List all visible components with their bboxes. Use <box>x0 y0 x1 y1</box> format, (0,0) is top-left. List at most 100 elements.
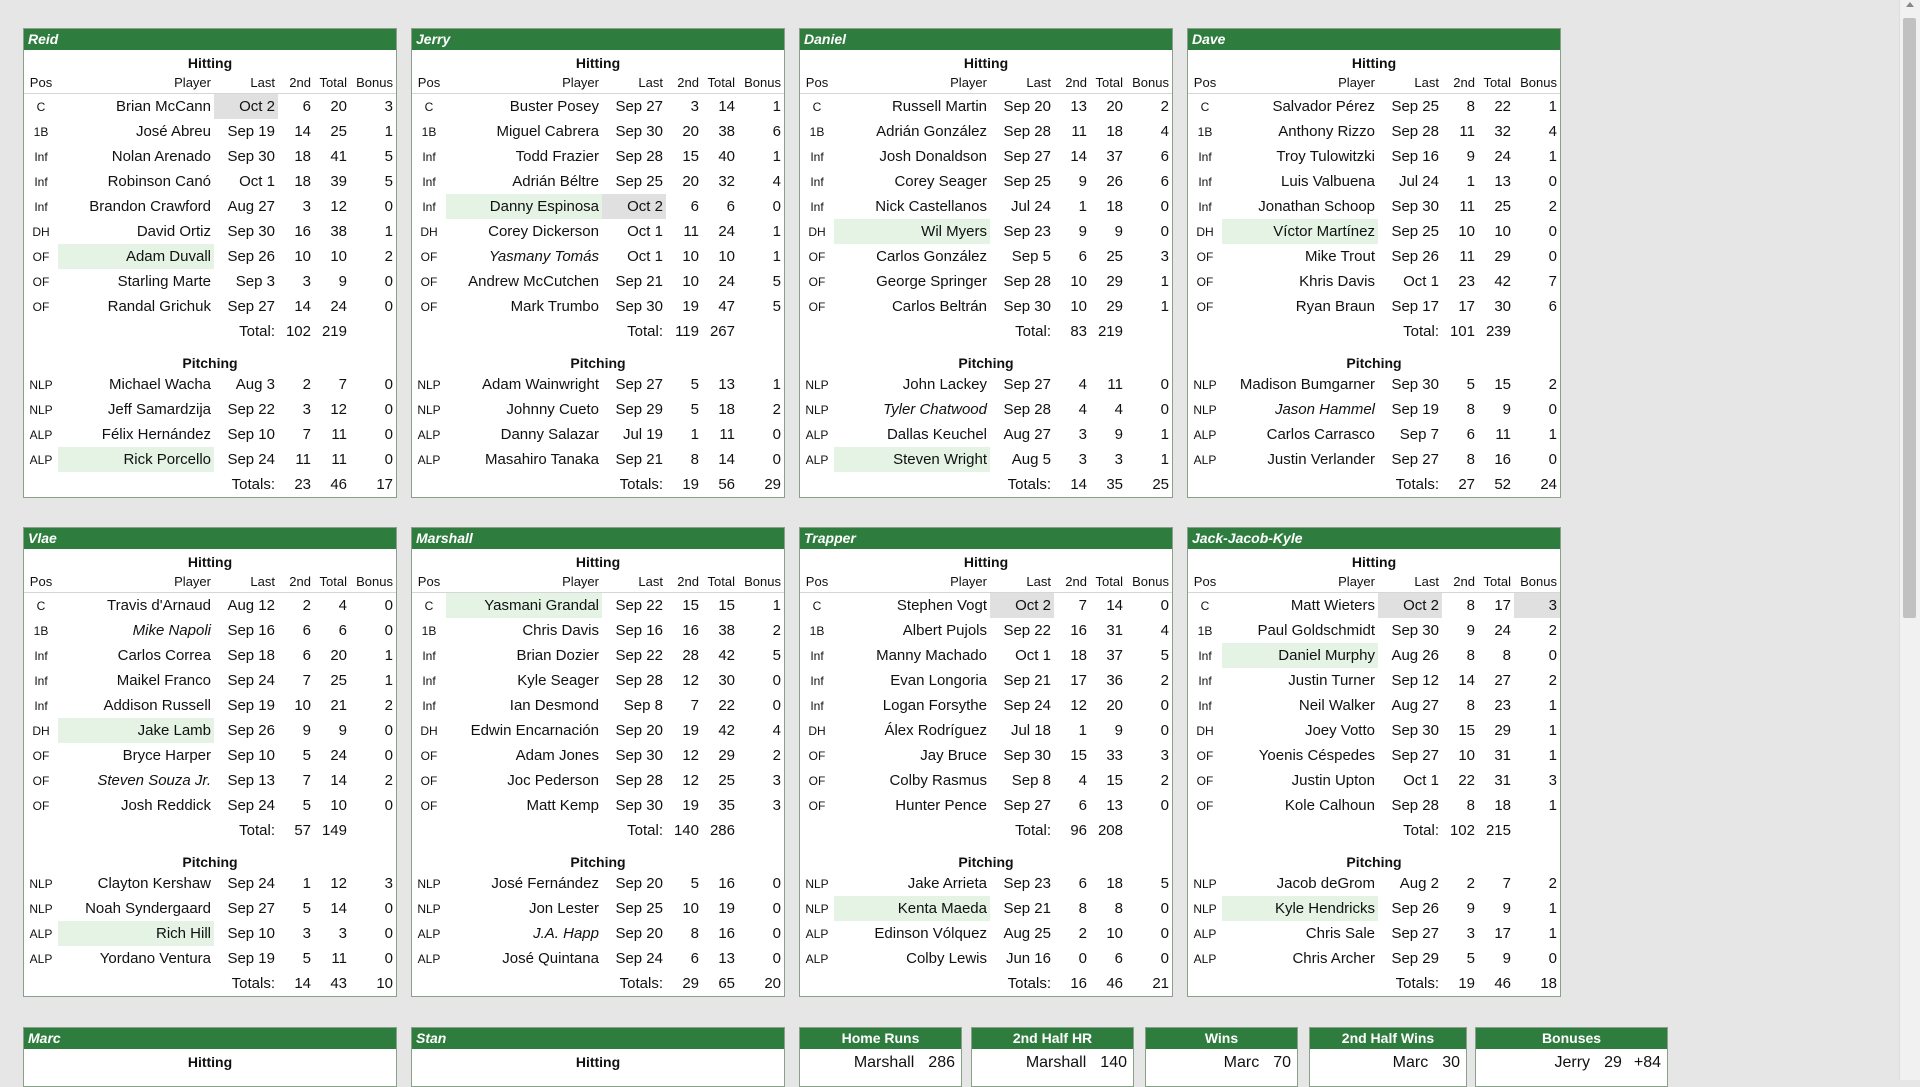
second-half-cell[interactable]: 10 <box>1442 219 1478 244</box>
last-date-cell[interactable]: Sep 12 <box>1378 668 1442 693</box>
player-name-cell[interactable]: Tyler Chatwood <box>834 397 990 422</box>
player-name-cell[interactable]: Steven Wright <box>834 447 990 472</box>
last-date-cell[interactable]: Sep 19 <box>214 119 278 144</box>
last-date-cell[interactable]: Sep 27 <box>602 94 666 120</box>
position-cell[interactable]: OF <box>800 244 834 269</box>
total-cell[interactable]: 16 <box>702 921 738 946</box>
last-date-cell[interactable]: Sep 24 <box>990 693 1054 718</box>
bonus-cell[interactable]: 0 <box>738 447 784 472</box>
second-half-cell[interactable]: 8 <box>1442 643 1478 668</box>
last-date-cell[interactable]: Sep 19 <box>1378 397 1442 422</box>
position-cell[interactable]: 1B <box>412 618 446 643</box>
second-half-cell[interactable]: 3 <box>1054 447 1090 472</box>
leaderboard-title[interactable]: Home Runs <box>800 1028 961 1049</box>
second-half-cell[interactable]: 3 <box>1054 422 1090 447</box>
bonus-cell[interactable]: 4 <box>1126 119 1172 144</box>
position-cell[interactable]: OF <box>1188 244 1222 269</box>
position-cell[interactable]: C <box>1188 94 1222 120</box>
player-name-cell[interactable]: Stephen Vogt <box>834 593 990 619</box>
position-cell[interactable]: DH <box>24 718 58 743</box>
position-cell[interactable]: ALP <box>24 422 58 447</box>
bonus-cell[interactable]: 5 <box>738 643 784 668</box>
team-name[interactable]: Marc <box>24 1028 396 1049</box>
player-name-cell[interactable]: Corey Seager <box>834 169 990 194</box>
total-cell[interactable]: 31 <box>1478 743 1514 768</box>
position-cell[interactable]: OF <box>412 269 446 294</box>
position-cell[interactable]: OF <box>24 294 58 319</box>
header-player[interactable]: Player <box>446 571 602 593</box>
last-date-cell[interactable]: Sep 27 <box>214 294 278 319</box>
second-half-cell[interactable]: 1 <box>1054 718 1090 743</box>
header-bonus[interactable]: Bonus <box>738 72 784 94</box>
hitting-total-second[interactable]: 119 <box>666 319 702 344</box>
position-cell[interactable]: ALP <box>1188 447 1222 472</box>
hitting-title[interactable]: Hitting <box>412 549 784 571</box>
player-name-cell[interactable]: Carlos González <box>834 244 990 269</box>
total-cell[interactable]: 38 <box>702 618 738 643</box>
total-cell[interactable]: 16 <box>1478 447 1514 472</box>
position-cell[interactable]: 1B <box>24 119 58 144</box>
second-half-cell[interactable]: 6 <box>666 194 702 219</box>
total-cell[interactable]: 31 <box>1090 618 1126 643</box>
total-cell[interactable]: 9 <box>1478 896 1514 921</box>
pitching-title[interactable]: Pitching <box>24 849 396 871</box>
bonus-cell[interactable]: 0 <box>1126 718 1172 743</box>
total-cell[interactable]: 9 <box>1090 219 1126 244</box>
bonus-cell[interactable]: 1 <box>1126 447 1172 472</box>
position-cell[interactable]: ALP <box>24 946 58 971</box>
total-cell[interactable]: 32 <box>702 169 738 194</box>
player-name-cell[interactable]: Wil Myers <box>834 219 990 244</box>
second-half-cell[interactable]: 7 <box>666 693 702 718</box>
player-name-cell[interactable]: Danny Espinosa <box>446 194 602 219</box>
bonus-cell[interactable]: 1 <box>738 219 784 244</box>
player-name-cell[interactable]: Corey Dickerson <box>446 219 602 244</box>
total-cell[interactable]: 4 <box>1090 397 1126 422</box>
team-name[interactable]: Daniel <box>800 29 1172 50</box>
total-label[interactable]: Total: <box>1222 818 1442 843</box>
vertical-scrollbar[interactable] <box>1899 0 1920 1080</box>
header-last[interactable]: Last <box>1378 72 1442 94</box>
last-date-cell[interactable]: Sep 21 <box>990 896 1054 921</box>
bonus-cell[interactable]: 4 <box>1126 618 1172 643</box>
bonus-cell[interactable]: 1 <box>1126 294 1172 319</box>
position-cell[interactable]: OF <box>1188 768 1222 793</box>
last-date-cell[interactable]: Sep 28 <box>602 144 666 169</box>
total-cell[interactable]: 18 <box>1090 194 1126 219</box>
bonus-cell[interactable]: 1 <box>1514 718 1560 743</box>
second-half-cell[interactable]: 8 <box>666 447 702 472</box>
position-cell[interactable]: 1B <box>800 618 834 643</box>
last-date-cell[interactable]: Sep 28 <box>602 768 666 793</box>
hitting-title[interactable]: Hitting <box>412 1049 784 1071</box>
header-total[interactable]: Total <box>314 72 350 94</box>
bonus-cell[interactable]: 3 <box>738 793 784 818</box>
player-name-cell[interactable]: Yordano Ventura <box>58 946 214 971</box>
total-cell[interactable]: 20 <box>314 94 350 120</box>
second-half-cell[interactable]: 4 <box>1054 397 1090 422</box>
total-cell[interactable]: 14 <box>314 768 350 793</box>
player-name-cell[interactable]: Edinson Vólquez <box>834 921 990 946</box>
player-name-cell[interactable]: Colby Lewis <box>834 946 990 971</box>
total-cell[interactable]: 24 <box>702 269 738 294</box>
header-player[interactable]: Player <box>834 72 990 94</box>
bonus-cell[interactable]: 0 <box>350 593 396 619</box>
position-cell[interactable]: NLP <box>1188 896 1222 921</box>
player-name-cell[interactable]: Justin Turner <box>1222 668 1378 693</box>
second-half-cell[interactable]: 6 <box>278 618 314 643</box>
bonus-cell[interactable]: 0 <box>350 422 396 447</box>
player-name-cell[interactable]: Steven Souza Jr. <box>58 768 214 793</box>
total-cell[interactable]: 13 <box>1478 169 1514 194</box>
hitting-total[interactable]: 239 <box>1478 319 1514 344</box>
leader-name[interactable]: Jerry <box>1555 1049 1591 1077</box>
player-name-cell[interactable]: Justin Verlander <box>1222 447 1378 472</box>
player-name-cell[interactable]: Rich Hill <box>58 921 214 946</box>
total-cell[interactable]: 10 <box>1478 219 1514 244</box>
second-half-cell[interactable]: 9 <box>1442 896 1478 921</box>
last-date-cell[interactable]: Sep 23 <box>990 871 1054 896</box>
last-date-cell[interactable]: Sep 30 <box>602 294 666 319</box>
player-name-cell[interactable]: Kenta Maeda <box>834 896 990 921</box>
position-cell[interactable]: 1B <box>412 119 446 144</box>
player-name-cell[interactable]: Adrián González <box>834 119 990 144</box>
player-name-cell[interactable]: Mark Trumbo <box>446 294 602 319</box>
total-cell[interactable]: 25 <box>314 668 350 693</box>
header-bonus[interactable]: Bonus <box>738 571 784 593</box>
